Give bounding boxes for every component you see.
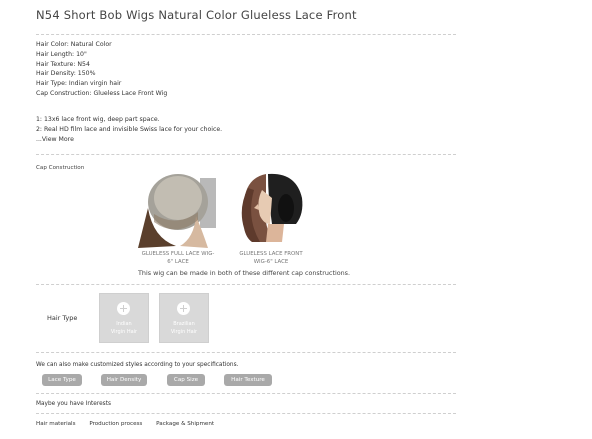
spec-cap-construction: Cap Construction: Glueless Lace Front Wi… xyxy=(36,89,168,97)
highlight-item: 1: 13x6 lace front wig, deep part space. xyxy=(36,116,160,123)
product-title: N54 Short Bob Wigs Natural Color Glueles… xyxy=(36,8,357,22)
divider xyxy=(36,154,456,155)
hair-type-option-indian[interactable]: Indian Virgin Hair xyxy=(99,293,149,343)
hair-density-button[interactable]: Hair Density xyxy=(101,374,147,386)
divider xyxy=(36,352,456,353)
tab-hair-materials[interactable]: Hair materials xyxy=(36,421,76,427)
plus-icon xyxy=(177,302,190,315)
tab-package-shipment[interactable]: Package & Shipment xyxy=(156,421,214,427)
tab-production-process[interactable]: Production process xyxy=(89,421,142,427)
full-lace-caption-line2: 6" LACE xyxy=(167,259,189,265)
hair-type-option-label: Brazilian Virgin Hair xyxy=(160,320,208,336)
customization-note: We can also make customized styles accor… xyxy=(36,362,239,368)
hair-texture-button[interactable]: Hair Texture xyxy=(224,374,272,386)
option-label-line1: Brazilian xyxy=(173,321,195,327)
interests-heading: Maybe you have Interests xyxy=(36,401,111,407)
hair-type-option-brazilian[interactable]: Brazilian Virgin Hair xyxy=(159,293,209,343)
full-lace-cap-illustration xyxy=(138,168,218,248)
hair-type-option-label: Indian Virgin Hair xyxy=(100,320,148,336)
spec-hair-length: Hair Length: 10" xyxy=(36,50,87,58)
divider xyxy=(36,284,456,285)
lace-front-wig-image xyxy=(232,168,312,248)
hair-type-label: Hair Type xyxy=(47,314,78,322)
lace-type-button[interactable]: Lace Type xyxy=(42,374,82,386)
spec-list: Hair Color: Natural Color Hair Length: 1… xyxy=(36,40,167,99)
cap-construction-heading: Cap Construction xyxy=(36,165,85,171)
info-tabs: Hair materials Production process Packag… xyxy=(36,421,226,427)
spec-hair-texture: Hair Texture: N54 xyxy=(36,60,90,68)
spec-hair-type: Hair Type: Indian virgin hair xyxy=(36,80,122,88)
lace-front-caption: GLUELESS LACE FRONT WIG-6" LACE xyxy=(228,250,314,266)
highlights: 1: 13x6 lace front wig, deep part space.… xyxy=(36,115,222,145)
divider xyxy=(36,34,456,35)
full-lace-wig-image xyxy=(138,168,218,248)
option-label-line2: Virgin Hair xyxy=(110,329,138,335)
full-lace-caption: GLUELESS FULL LACE WIG- 6" LACE xyxy=(135,250,221,266)
spec-hair-color: Hair Color: Natural Color xyxy=(36,41,112,48)
divider xyxy=(36,393,456,394)
highlight-item: 2: Real HD film lace and invisible Swiss… xyxy=(36,126,223,133)
cap-size-button[interactable]: Cap Size xyxy=(167,374,205,386)
divider xyxy=(36,413,456,414)
product-page: N54 Short Bob Wigs Natural Color Glueles… xyxy=(0,0,592,439)
option-label-line1: Indian xyxy=(116,321,132,327)
cap-construction-note: This wig can be made in both of these di… xyxy=(138,269,351,277)
option-label-line2: Virgin Hair xyxy=(170,329,198,335)
full-lace-caption-line1: GLUELESS FULL LACE WIG- xyxy=(141,251,215,257)
lace-front-caption-line1: GLUELESS LACE FRONT xyxy=(239,251,303,257)
lace-front-caption-line2: WIG-6" LACE xyxy=(253,259,289,265)
view-more-link[interactable]: ...View More xyxy=(36,135,222,145)
plus-icon xyxy=(117,302,130,315)
spec-hair-density: Hair Density: 150% xyxy=(36,70,96,78)
lace-front-cap-illustration xyxy=(232,168,312,248)
